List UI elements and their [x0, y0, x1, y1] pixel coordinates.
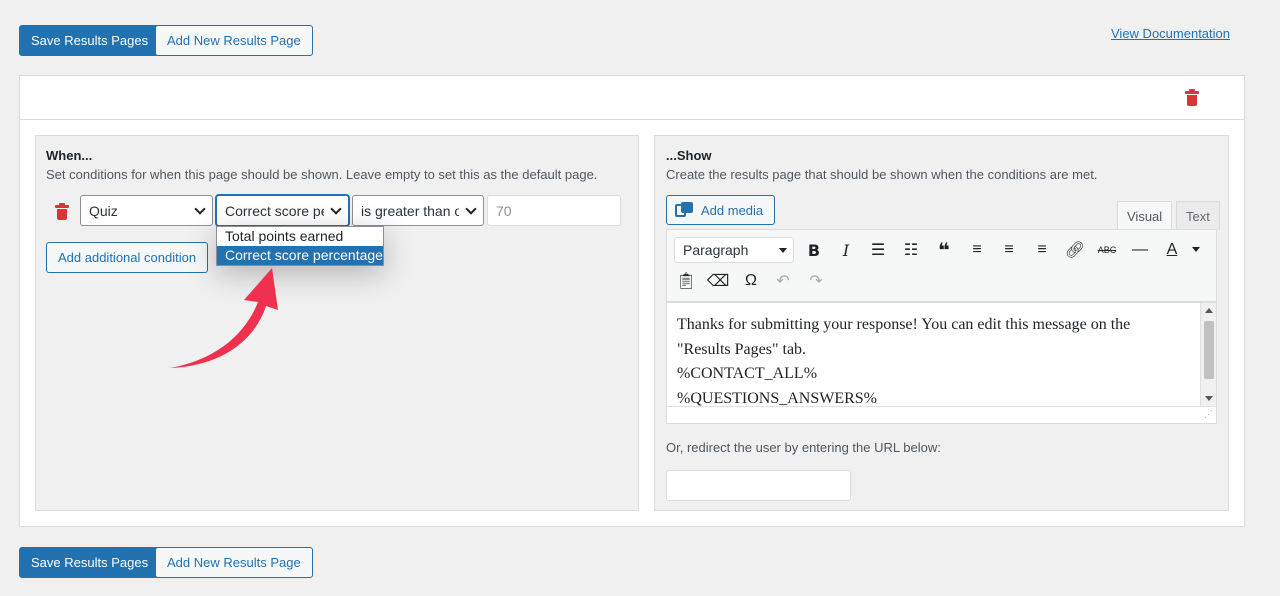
view-documentation-link[interactable]: View Documentation — [1111, 26, 1230, 41]
chevron-down-icon — [465, 203, 477, 215]
bold-icon[interactable]: B — [802, 238, 826, 262]
condition-metric-select[interactable]: Correct score pe — [216, 195, 349, 226]
italic-icon[interactable]: I — [834, 238, 858, 262]
editor-content[interactable]: Thanks for submitting your response! You… — [666, 302, 1217, 424]
condition-category-select[interactable]: Quiz — [80, 195, 213, 226]
chevron-down-icon — [194, 203, 206, 215]
clear-formatting-icon[interactable]: ⌫ — [706, 269, 730, 293]
add-new-results-page-button-bottom[interactable]: Add New Results Page — [155, 547, 313, 578]
special-character-icon[interactable]: Ω — [739, 269, 763, 293]
text-color-dropdown-icon[interactable] — [1192, 247, 1200, 252]
tab-visual[interactable]: Visual — [1117, 201, 1173, 230]
show-title: ...Show — [666, 148, 712, 163]
editor-line: "Results Pages" tab. — [677, 340, 807, 358]
align-right-icon[interactable]: ≡ — [1030, 238, 1054, 262]
save-results-pages-button-bottom[interactable]: Save Results Pages — [19, 547, 161, 578]
tab-text[interactable]: Text — [1176, 201, 1220, 230]
strikethrough-icon[interactable]: ABC — [1095, 238, 1119, 262]
add-media-icon — [675, 202, 693, 218]
horizontal-rule-icon[interactable]: — — [1128, 238, 1152, 262]
chevron-down-icon — [330, 203, 342, 215]
link-icon[interactable]: 🔗︎ — [1063, 238, 1087, 262]
condition-value-input[interactable]: 70 — [487, 195, 621, 226]
blockquote-icon[interactable]: ❝ — [932, 238, 956, 262]
save-results-pages-button[interactable]: Save Results Pages — [19, 25, 161, 56]
editor-line: Thanks for submitting your response! You… — [677, 316, 1131, 333]
when-panel — [35, 135, 639, 511]
editor-resize-handle[interactable]: ⋰ — [667, 406, 1216, 423]
add-new-results-page-button[interactable]: Add New Results Page — [155, 25, 313, 56]
bullet-list-icon[interactable]: ☰ — [866, 238, 890, 262]
editor-scrollbar[interactable] — [1200, 303, 1216, 407]
redo-icon[interactable]: ↷ — [804, 269, 828, 293]
format-select[interactable]: Paragraph — [674, 237, 794, 263]
text-color-icon[interactable]: A — [1160, 238, 1184, 262]
editor-line: %CONTACT_ALL% — [677, 365, 818, 382]
when-title: When... — [46, 148, 93, 163]
annotation-arrow-icon — [170, 268, 278, 368]
show-description: Create the results page that should be s… — [666, 167, 1098, 182]
delete-page-icon[interactable] — [1185, 89, 1199, 106]
align-left-icon[interactable]: ≡ — [965, 238, 989, 262]
when-description: Set conditions for when this page should… — [46, 167, 598, 182]
dropdown-option-total-points[interactable]: Total points earned — [217, 227, 383, 246]
condition-operator-select[interactable]: is greater than o — [352, 195, 484, 226]
redirect-label: Or, redirect the user by entering the UR… — [666, 440, 941, 455]
paste-text-icon[interactable]: 📋︎ — [674, 269, 698, 293]
redirect-url-input[interactable] — [666, 470, 851, 501]
add-media-button[interactable]: Add media — [666, 195, 776, 225]
numbered-list-icon[interactable]: ☷ — [899, 238, 923, 262]
delete-condition-icon[interactable] — [55, 203, 69, 220]
card-header — [20, 76, 1244, 120]
undo-icon[interactable]: ↶ — [771, 269, 795, 293]
align-center-icon[interactable]: ≡ — [997, 238, 1021, 262]
